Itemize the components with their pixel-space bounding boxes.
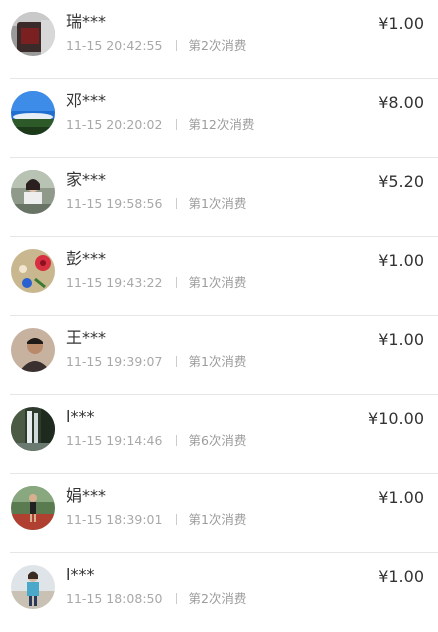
purchase-amount: ¥8.00 <box>378 93 424 112</box>
purchase-amount: ¥1.00 <box>378 14 424 33</box>
customer-name: l*** <box>66 407 95 426</box>
list-item[interactable]: l*** 11-15 19:14:46 第6次消费 ¥10.00 <box>0 395 438 474</box>
customer-name: 邓*** <box>66 91 107 110</box>
meta-divider <box>176 40 178 51</box>
list-item[interactable]: 家*** 11-15 19:58:56 第1次消费 ¥5.20 <box>0 158 438 237</box>
record-meta: 11-15 19:39:07 第1次消费 <box>66 354 246 370</box>
purchase-count: 第1次消费 <box>188 275 247 290</box>
purchase-amount: ¥1.00 <box>378 251 424 270</box>
girl-photo-avatar-icon <box>11 170 55 214</box>
flower-avatar-icon <box>11 249 55 293</box>
customer-name: 彭*** <box>66 249 107 268</box>
purchase-count: 第1次消费 <box>188 196 247 211</box>
waterfall-avatar-icon <box>11 407 55 451</box>
customer-name: 王*** <box>66 328 107 347</box>
record-meta: 11-15 20:20:02 第12次消费 <box>66 117 254 133</box>
record-meta: 11-15 18:39:01 第1次消费 <box>66 512 246 528</box>
purchase-amount: ¥1.00 <box>378 567 424 586</box>
purchase-time: 11-15 19:39:07 <box>66 354 163 369</box>
list-item[interactable]: 娟*** 11-15 18:39:01 第1次消费 ¥1.00 <box>0 474 438 553</box>
meta-divider <box>176 119 178 130</box>
record-meta: 11-15 20:42:55 第2次消费 <box>66 38 246 54</box>
purchase-count: 第1次消费 <box>188 512 247 527</box>
runner-track-avatar-icon <box>11 486 55 530</box>
customer-name: 瑞*** <box>66 12 107 31</box>
record-meta: 11-15 19:14:46 第6次消费 <box>66 433 246 449</box>
record-meta: 11-15 18:08:50 第2次消费 <box>66 591 246 607</box>
purchase-amount: ¥1.00 <box>378 330 424 349</box>
woman-outdoor-avatar-icon <box>11 565 55 609</box>
man-portrait-avatar-icon <box>11 328 55 372</box>
purchase-time: 11-15 19:14:46 <box>66 433 163 448</box>
customer-name: l*** <box>66 565 95 584</box>
purchase-amount: ¥5.20 <box>378 172 424 191</box>
meta-divider <box>176 277 178 288</box>
customer-name: 家*** <box>66 170 107 189</box>
purchase-time: 11-15 18:08:50 <box>66 591 163 606</box>
purchase-count: 第12次消费 <box>188 117 255 132</box>
purchase-count: 第1次消费 <box>188 354 247 369</box>
record-meta: 11-15 19:58:56 第1次消费 <box>66 196 246 212</box>
meta-divider <box>176 435 178 446</box>
sky-landscape-avatar-icon <box>11 91 55 135</box>
purchase-count: 第2次消费 <box>188 38 247 53</box>
purchase-count: 第6次消费 <box>188 433 247 448</box>
meta-divider <box>176 593 178 604</box>
purchase-time: 11-15 20:42:55 <box>66 38 163 53</box>
meta-divider <box>176 356 178 367</box>
record-meta: 11-15 19:43:22 第1次消费 <box>66 275 246 291</box>
meta-divider <box>176 198 178 209</box>
list-item[interactable]: 瑞*** 11-15 20:42:55 第2次消费 ¥1.00 <box>0 0 438 79</box>
purchase-time: 11-15 19:58:56 <box>66 196 163 211</box>
list-item[interactable]: 邓*** 11-15 20:20:02 第12次消费 ¥8.00 <box>0 79 438 158</box>
meta-divider <box>176 514 178 525</box>
customer-name: 娟*** <box>66 486 107 505</box>
list-item[interactable]: 王*** 11-15 19:39:07 第1次消费 ¥1.00 <box>0 316 438 395</box>
purchase-time: 11-15 18:39:01 <box>66 512 163 527</box>
list-item[interactable]: 彭*** 11-15 19:43:22 第1次消费 ¥1.00 <box>0 237 438 316</box>
list-item[interactable]: l*** 11-15 18:08:50 第2次消费 ¥1.00 <box>0 553 438 632</box>
purchase-count: 第2次消费 <box>188 591 247 606</box>
purchase-amount: ¥10.00 <box>368 409 424 428</box>
purchase-time: 11-15 19:43:22 <box>66 275 163 290</box>
purchase-time: 11-15 20:20:02 <box>66 117 163 132</box>
photo-dark-red-avatar-icon <box>11 12 55 56</box>
purchase-record-list: 瑞*** 11-15 20:42:55 第2次消费 ¥1.00 邓*** 11-1… <box>0 0 438 632</box>
purchase-amount: ¥1.00 <box>378 488 424 507</box>
